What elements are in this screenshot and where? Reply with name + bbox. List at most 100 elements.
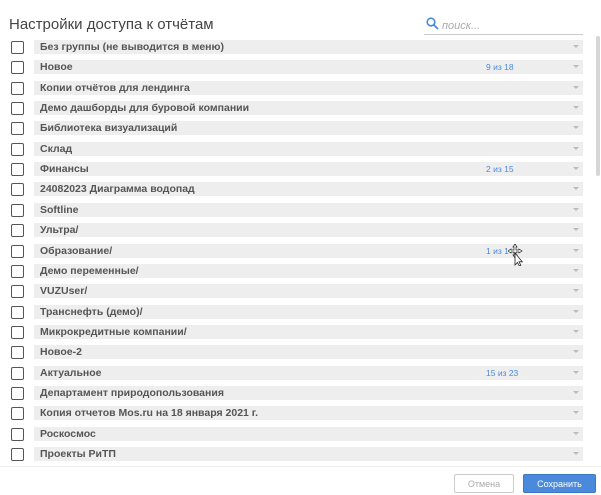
group-bar[interactable]: Новое-2: [34, 345, 583, 360]
chevron-down-icon[interactable]: [573, 106, 579, 110]
group-bar[interactable]: Библиотека визуализаций: [34, 121, 583, 136]
group-bar[interactable]: Новое 9 из 18: [34, 60, 583, 75]
group-label: Микрокредитные компании/: [40, 325, 187, 338]
group-bar[interactable]: Транснефть (демо)/: [34, 304, 583, 319]
checkbox[interactable]: [11, 244, 24, 258]
search-input[interactable]: [439, 20, 572, 32]
group-bar[interactable]: Склад: [34, 141, 583, 156]
chevron-down-icon[interactable]: [573, 370, 579, 374]
checkbox[interactable]: [11, 427, 24, 441]
list-item[interactable]: Новое 9 из 18: [0, 58, 590, 78]
group-bar[interactable]: Демо дашборды для буровой компании: [34, 101, 583, 116]
list-item[interactable]: Склад: [0, 140, 590, 160]
group-bar[interactable]: Копии отчётов для лендинга: [34, 80, 583, 95]
list-item[interactable]: Softline: [0, 201, 590, 221]
cancel-button[interactable]: Отмена: [454, 474, 514, 493]
group-label: VUZUser/: [40, 285, 88, 298]
group-bar[interactable]: Softline: [34, 202, 583, 217]
group-bar[interactable]: Образование/1 из 1: [34, 243, 583, 258]
list-item[interactable]: 24082023 Диаграмма водопад: [0, 180, 590, 200]
group-bar[interactable]: Роскосмос: [34, 426, 583, 441]
list-item[interactable]: Демо дашборды для буровой компании: [0, 99, 590, 119]
group-label: Актуальное: [40, 366, 102, 379]
chevron-down-icon[interactable]: [573, 390, 579, 394]
chevron-down-icon[interactable]: [573, 309, 579, 313]
checkbox[interactable]: [11, 285, 24, 299]
checkbox[interactable]: [11, 366, 24, 380]
access-count: 2 из 15: [486, 164, 514, 175]
group-label: Департамент природопользования: [40, 386, 224, 399]
chevron-down-icon[interactable]: [573, 350, 579, 354]
checkbox[interactable]: [11, 41, 24, 54]
group-bar[interactable]: Демо переменные/: [34, 263, 583, 278]
chevron-down-icon[interactable]: [573, 431, 579, 435]
group-label: Образование/: [40, 244, 113, 257]
checkbox[interactable]: [11, 325, 24, 339]
chevron-down-icon[interactable]: [573, 167, 579, 171]
group-bar[interactable]: Ультра/: [34, 223, 583, 238]
search-box[interactable]: [424, 17, 583, 35]
checkbox[interactable]: [11, 163, 24, 177]
group-bar[interactable]: 24082023 Диаграмма водопад: [34, 182, 583, 197]
chevron-down-icon[interactable]: [573, 146, 579, 150]
list-item[interactable]: Микрокредитные компании/: [0, 323, 590, 343]
chevron-down-icon[interactable]: [573, 228, 579, 232]
list-item[interactable]: Финансы 2 из 15: [0, 160, 590, 180]
checkbox[interactable]: [11, 346, 24, 360]
group-bar[interactable]: Финансы 2 из 15: [34, 162, 583, 177]
group-bar[interactable]: VUZUser/: [34, 284, 583, 299]
chevron-down-icon[interactable]: [573, 187, 579, 191]
checkbox[interactable]: [11, 305, 24, 319]
checkbox[interactable]: [11, 61, 24, 75]
list-item[interactable]: Копии отчётов для лендинга: [0, 79, 590, 99]
checkbox[interactable]: [11, 102, 24, 116]
group-bar[interactable]: Без группы (не выводится в меню): [34, 40, 583, 54]
list-item[interactable]: Библиотека визуализаций: [0, 119, 590, 139]
chevron-down-icon[interactable]: [573, 248, 579, 252]
chevron-down-icon[interactable]: [573, 329, 579, 333]
search-icon: [424, 17, 439, 35]
list-item[interactable]: Демо переменные/: [0, 262, 590, 282]
access-count: 9 из 18: [486, 62, 514, 73]
checkbox[interactable]: [11, 448, 24, 461]
chevron-down-icon[interactable]: [573, 289, 579, 293]
list-item[interactable]: Роскосмос: [0, 425, 590, 445]
group-bar[interactable]: Актуальное 15 из 23: [34, 365, 583, 380]
chevron-down-icon[interactable]: [573, 45, 579, 48]
chevron-down-icon[interactable]: [573, 268, 579, 272]
chevron-down-icon[interactable]: [573, 126, 579, 130]
checkbox[interactable]: [11, 407, 24, 421]
group-bar[interactable]: Департамент природопользования: [34, 385, 583, 400]
checkbox[interactable]: [11, 81, 24, 95]
checkbox[interactable]: [11, 203, 24, 217]
group-label: Копия отчетов Mos.ru на 18 января 2021 г…: [40, 407, 259, 420]
list-item[interactable]: Актуальное 15 из 23: [0, 364, 590, 384]
list-item[interactable]: Новое-2: [0, 343, 590, 363]
chevron-down-icon[interactable]: [573, 207, 579, 211]
group-label: Без группы (не выводится в меню): [40, 41, 224, 53]
list-item[interactable]: Ультра/: [0, 221, 590, 241]
list-item[interactable]: Транснефть (демо)/: [0, 303, 590, 323]
chevron-down-icon[interactable]: [573, 452, 579, 455]
chevron-down-icon[interactable]: [573, 411, 579, 415]
list-item[interactable]: Без группы (не выводится в меню): [0, 38, 590, 58]
checkbox[interactable]: [11, 183, 24, 197]
group-bar[interactable]: Копия отчетов Mos.ru на 18 января 2021 г…: [34, 406, 583, 421]
group-bar[interactable]: Микрокредитные компании/: [34, 324, 583, 339]
move-cursor-icon: [508, 244, 524, 266]
scrollbar[interactable]: [596, 36, 600, 176]
list-item[interactable]: Проекты РиТП: [0, 445, 590, 465]
chevron-down-icon[interactable]: [573, 85, 579, 89]
checkbox[interactable]: [11, 224, 24, 238]
list-item[interactable]: Образование/1 из 1: [0, 242, 590, 262]
list-item[interactable]: Департамент природопользования: [0, 384, 590, 404]
save-button[interactable]: Сохранить: [523, 474, 596, 493]
checkbox[interactable]: [11, 386, 24, 400]
checkbox[interactable]: [11, 122, 24, 136]
checkbox[interactable]: [11, 264, 24, 278]
chevron-down-icon[interactable]: [573, 65, 579, 69]
list-item[interactable]: Копия отчетов Mos.ru на 18 января 2021 г…: [0, 404, 590, 424]
list-item[interactable]: VUZUser/: [0, 282, 590, 302]
checkbox[interactable]: [11, 142, 24, 156]
group-bar[interactable]: Проекты РиТП: [34, 447, 583, 461]
